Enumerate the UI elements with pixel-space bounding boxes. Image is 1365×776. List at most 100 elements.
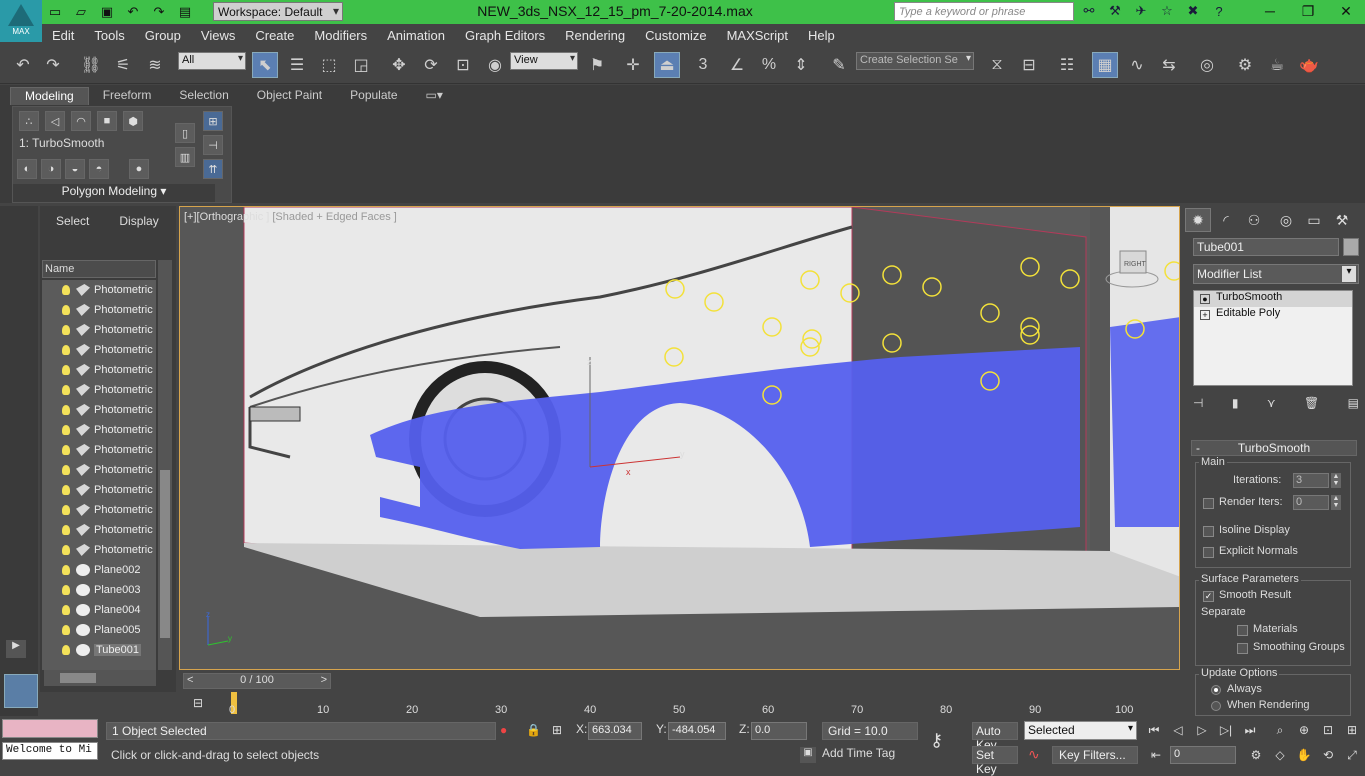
- menu-tools[interactable]: Tools: [84, 28, 134, 43]
- track-bar[interactable]: ⊟ 0 10 20 30 40 50 60 70 80 90 100: [179, 690, 1180, 718]
- undo-icon[interactable]: ↶: [10, 52, 36, 78]
- list-item[interactable]: Photometric: [42, 340, 156, 360]
- menu-rendering[interactable]: Rendering: [555, 28, 635, 43]
- workspace-dropdown[interactable]: Workspace: Default ▾: [213, 2, 343, 21]
- z-coordinate-field[interactable]: 0.0: [751, 722, 807, 740]
- key-curve-icon[interactable]: ∿: [1028, 746, 1040, 763]
- minimize-icon[interactable]: ─: [1251, 0, 1289, 22]
- display-tab-icon[interactable]: ▭: [1301, 208, 1327, 232]
- light-bulb-icon[interactable]: [62, 345, 70, 355]
- list-item[interactable]: Plane002: [42, 560, 156, 580]
- next-modifier-icon[interactable]: ◑: [41, 159, 61, 179]
- keyboard-shortcut-override-icon[interactable]: ⏏: [654, 52, 680, 78]
- list-item[interactable]: Photometric: [42, 320, 156, 340]
- menu-create[interactable]: Create: [245, 28, 304, 43]
- polygon-icon[interactable]: ■: [97, 111, 117, 131]
- y-coordinate-field[interactable]: -484.054: [668, 722, 726, 740]
- iterations-spinner[interactable]: 3: [1293, 473, 1329, 488]
- list-item[interactable]: Plane005: [42, 620, 156, 640]
- object-color-swatch[interactable]: [1343, 238, 1359, 256]
- create-tab-icon[interactable]: ✹: [1185, 208, 1211, 232]
- previous-frame-icon[interactable]: ◁: [1168, 721, 1188, 739]
- collapse-stack-icon[interactable]: ◓: [89, 159, 109, 179]
- link-icon[interactable]: ⛓: [78, 52, 104, 78]
- undo-icon[interactable]: ↶: [122, 3, 144, 21]
- list-item[interactable]: Photometric: [42, 420, 156, 440]
- chevron-right-icon[interactable]: >: [321, 674, 327, 686]
- help-icon[interactable]: ?: [1208, 2, 1230, 20]
- app-logo[interactable]: MAX: [0, 0, 42, 42]
- light-bulb-icon[interactable]: [62, 505, 70, 515]
- light-bulb-icon[interactable]: [62, 425, 70, 435]
- align-icon[interactable]: ⊟: [1016, 52, 1042, 78]
- restore-icon[interactable]: ❐: [1289, 0, 1327, 22]
- light-bulb-icon[interactable]: [62, 525, 70, 535]
- zoom-icon[interactable]: ⌕: [1270, 721, 1290, 739]
- menu-maxscript[interactable]: MAXScript: [717, 28, 798, 43]
- key-icon[interactable]: ⚷: [930, 730, 943, 751]
- scrollbar-thumb[interactable]: [160, 470, 170, 638]
- menu-group[interactable]: Group: [135, 28, 191, 43]
- save-icon[interactable]: ▣: [96, 3, 118, 21]
- menu-graph-editors[interactable]: Graph Editors: [455, 28, 555, 43]
- viewport-shading-label[interactable]: [Shaded + Edged Faces ]: [272, 211, 396, 223]
- list-item[interactable]: Photometric: [42, 460, 156, 480]
- scene-list-scrollbar[interactable]: [158, 260, 172, 670]
- render-iters-checkbox[interactable]: [1203, 498, 1214, 509]
- menu-customize[interactable]: Customize: [635, 28, 716, 43]
- time-configuration-icon[interactable]: ⚙: [1246, 746, 1266, 764]
- maximize-viewport-icon[interactable]: ⤢: [1342, 746, 1362, 764]
- tab-display[interactable]: Display: [103, 212, 172, 228]
- set-key-button[interactable]: Set Key: [972, 746, 1018, 776]
- light-bulb-icon[interactable]: [62, 565, 70, 575]
- viewport-orthographic[interactable]: [+][Orthographic ] [Shaded + Edged Faces…: [179, 206, 1180, 670]
- maxscript-listener-mini[interactable]: [2, 719, 98, 738]
- layer-manager-icon[interactable]: ☷: [1054, 52, 1080, 78]
- always-radio[interactable]: [1211, 685, 1221, 695]
- ribbon-options-icon[interactable]: ▭▾: [412, 87, 457, 105]
- star-icon[interactable]: ☆: [1156, 2, 1178, 20]
- scrollbar-thumb[interactable]: [60, 673, 96, 683]
- project-folder-icon[interactable]: ▤: [174, 3, 196, 21]
- render-setup-icon[interactable]: ⚙: [1232, 52, 1258, 78]
- redo-icon[interactable]: ↷: [148, 3, 170, 21]
- light-bulb-icon[interactable]: ●: [1200, 294, 1210, 304]
- key-mode-icon[interactable]: ⇤: [1146, 746, 1166, 764]
- polygon-modeling-dropdown[interactable]: Polygon Modeling ▾: [13, 184, 215, 202]
- list-item[interactable]: Photometric: [42, 440, 156, 460]
- ignore-backfacing-icon[interactable]: ⊞: [203, 111, 223, 131]
- tab-populate[interactable]: Populate: [336, 87, 411, 105]
- menu-animation[interactable]: Animation: [377, 28, 455, 43]
- light-bulb-icon[interactable]: [62, 305, 70, 315]
- render-iters-spinner-arrows[interactable]: ▲ ▼: [1331, 495, 1341, 510]
- render-iters-spinner[interactable]: 0: [1293, 495, 1329, 510]
- mini-curve-editor-icon[interactable]: ⊟: [193, 696, 211, 710]
- light-bulb-icon[interactable]: [62, 285, 70, 295]
- wrench-icon[interactable]: ⚒: [1104, 2, 1126, 20]
- selection-filter-dropdown[interactable]: All ▾: [178, 52, 246, 70]
- list-item[interactable]: Photometric: [42, 480, 156, 500]
- remove-modifier-icon[interactable]: ▥: [175, 147, 195, 167]
- unlink-icon[interactable]: ⚟: [110, 52, 136, 78]
- light-bulb-icon[interactable]: [62, 325, 70, 335]
- schematic-view-icon[interactable]: ⇆: [1156, 52, 1182, 78]
- smooth-result-checkbox[interactable]: ✓: [1203, 591, 1214, 602]
- hierarchy-tab-icon[interactable]: ⚇: [1241, 208, 1267, 232]
- move-icon[interactable]: ✥: [386, 52, 412, 78]
- pivot-center-icon[interactable]: ⚑: [584, 52, 610, 78]
- edge-icon[interactable]: ◁: [45, 111, 65, 131]
- time-tag-icon[interactable]: ▣: [800, 747, 816, 763]
- open-file-icon[interactable]: ▱: [70, 3, 92, 21]
- bind-space-warp-icon[interactable]: ≋: [142, 52, 168, 78]
- select-object-icon[interactable]: ⬉: [252, 52, 278, 78]
- curve-editor-icon[interactable]: ∿: [1124, 52, 1150, 78]
- rotate-icon[interactable]: ⟳: [418, 52, 444, 78]
- window-crossing-icon[interactable]: ◲: [348, 52, 374, 78]
- pin-stack-icon[interactable]: ⊣: [203, 135, 223, 155]
- redo-icon[interactable]: ↷: [40, 52, 66, 78]
- configure-sets-icon[interactable]: ▤: [1348, 396, 1359, 416]
- use-soft-selection-icon[interactable]: ●: [129, 159, 149, 179]
- go-to-start-icon[interactable]: ⏮: [1144, 721, 1164, 739]
- lock-icon[interactable]: 🔒: [526, 723, 541, 737]
- materials-checkbox[interactable]: [1237, 625, 1248, 636]
